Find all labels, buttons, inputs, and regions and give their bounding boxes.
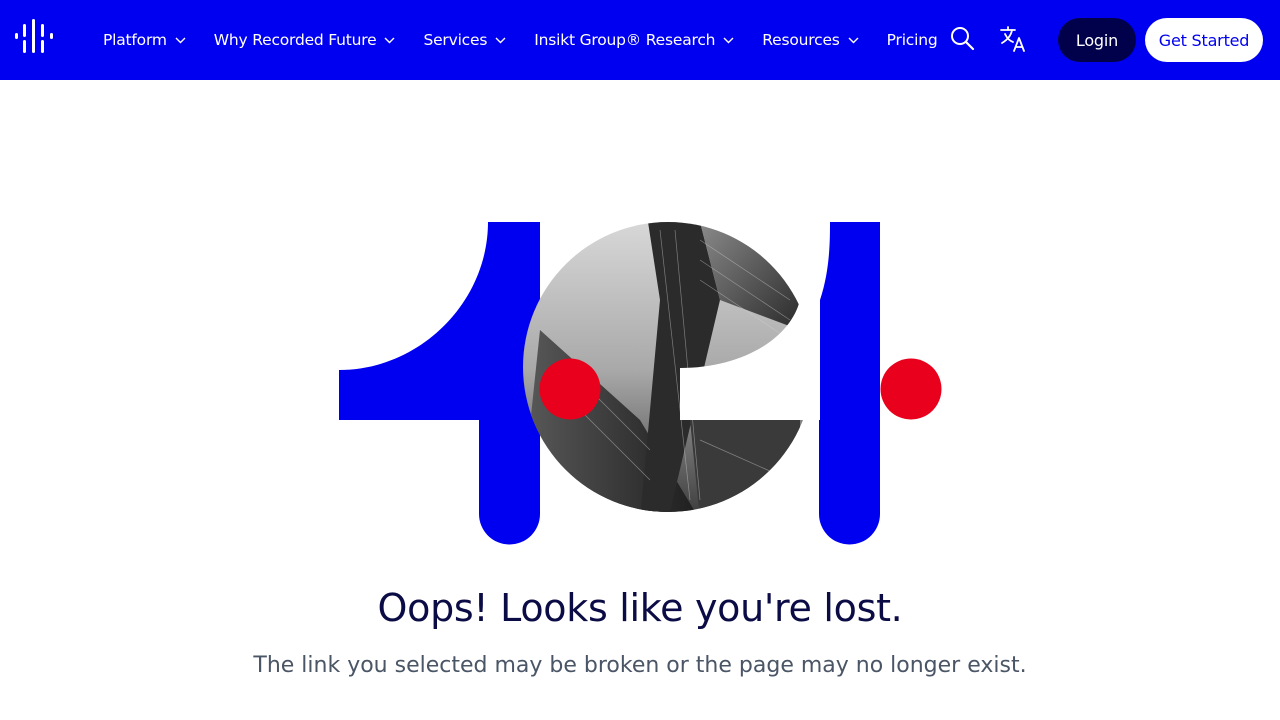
red-dot-left (539, 358, 601, 420)
error-subline: The link you selected may be broken or t… (253, 653, 1027, 678)
red-dot-right (880, 358, 942, 420)
error-headline: Oops! Looks like you're lost. (377, 586, 903, 630)
digit-four-left (339, 222, 540, 545)
digit-four-right (819, 222, 880, 545)
